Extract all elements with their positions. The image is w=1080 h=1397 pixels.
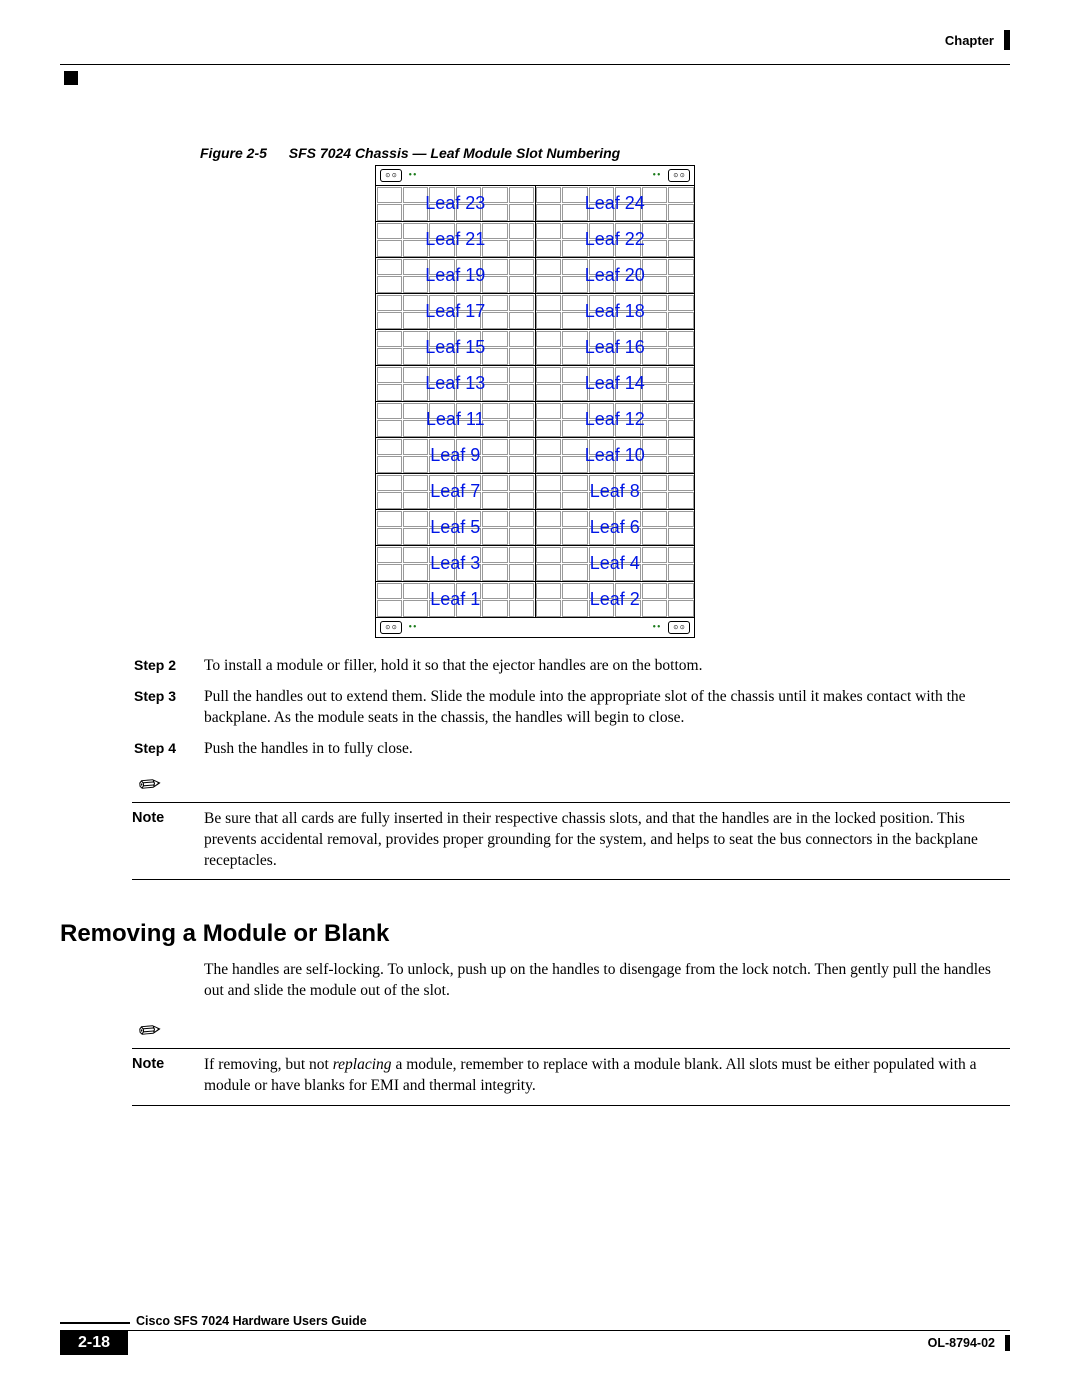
leaf-slot: Leaf 21: [376, 221, 535, 257]
leaf-slot-label: Leaf 16: [536, 330, 695, 365]
leaf-slot: Leaf 9: [376, 437, 535, 473]
step-text: Push the handles in to fully close.: [204, 739, 1010, 760]
note-block-1: ✎: [132, 770, 1010, 800]
leaf-slot-label: Leaf 7: [376, 474, 535, 509]
footer-title-bar: [60, 1322, 130, 1324]
leaf-slot: Leaf 6: [536, 509, 695, 545]
leaf-slot-label: Leaf 14: [536, 366, 695, 401]
footer-mark: [1005, 1335, 1010, 1351]
header-rule: [60, 64, 1010, 65]
leaf-slot-label: Leaf 11: [376, 402, 535, 437]
leaf-slot: Leaf 7: [376, 473, 535, 509]
step-4: Step 4 Push the handles in to fully clos…: [60, 739, 1010, 760]
footer-guide-title: Cisco SFS 7024 Hardware Users Guide: [136, 1314, 1010, 1328]
leaf-slot-label: Leaf 8: [536, 474, 695, 509]
leaf-slot-label: Leaf 10: [536, 438, 695, 473]
leaf-slot: Leaf 15: [376, 329, 535, 365]
leaf-slot: Leaf 13: [376, 365, 535, 401]
leaf-slot: Leaf 14: [536, 365, 695, 401]
pencil-icon: ✎: [132, 767, 169, 803]
note-text-pre: If removing, but not: [204, 1056, 333, 1073]
chassis-top-cap: ⊙ ⊙•• ••⊙ ⊙: [376, 166, 694, 186]
leaf-slot: Leaf 23: [376, 186, 535, 221]
pencil-icon: ✎: [132, 1013, 169, 1049]
step-2: Step 2 To install a module or filler, ho…: [60, 656, 1010, 677]
leaf-slot-label: Leaf 17: [376, 294, 535, 329]
note-text: If removing, but not replacing a module,…: [204, 1055, 1010, 1097]
chassis-upper-half: Leaf 23Leaf 21Leaf 19Leaf 17Leaf 15Leaf …: [376, 186, 694, 401]
leaf-slot-label: Leaf 15: [376, 330, 535, 365]
chassis-figure: ⊙ ⊙•• ••⊙ ⊙ Leaf 23Leaf 21Leaf 19Leaf 17…: [375, 165, 695, 638]
header-square-icon: [64, 71, 78, 85]
step-label: Step 4: [134, 739, 204, 760]
leaf-slot-label: Leaf 3: [376, 546, 535, 581]
leaf-slot-label: Leaf 18: [536, 294, 695, 329]
leaf-slot-label: Leaf 6: [536, 510, 695, 545]
note-row-2: Note If removing, but not replacing a mo…: [60, 1055, 1010, 1097]
figure-number: Figure 2-5: [200, 145, 285, 161]
header-mark: [1004, 30, 1010, 50]
figure-title: SFS 7024 Chassis — Leaf Module Slot Numb…: [289, 145, 620, 161]
leaf-slot-label: Leaf 19: [376, 258, 535, 293]
steps-list: Step 2 To install a module or filler, ho…: [60, 656, 1010, 760]
leaf-slot-label: Leaf 13: [376, 366, 535, 401]
page-number: 2-18: [60, 1331, 128, 1355]
chapter-label: Chapter: [945, 33, 994, 48]
note-block-2: ✎: [132, 1016, 1010, 1046]
leaf-slot: Leaf 10: [536, 437, 695, 473]
figure-caption: Figure 2-5 SFS 7024 Chassis — Leaf Modul…: [200, 145, 1010, 161]
leaf-slot: Leaf 16: [536, 329, 695, 365]
note-row-1: Note Be sure that all cards are fully in…: [60, 809, 1010, 872]
page-header: Chapter: [60, 30, 1010, 50]
note-rule-bottom: [132, 879, 1010, 880]
leaf-slot: Leaf 20: [536, 257, 695, 293]
note-rule-bottom: [132, 1105, 1010, 1106]
leaf-slot-label: Leaf 21: [376, 222, 535, 257]
note-rule-top: [132, 802, 1010, 803]
page-footer: Cisco SFS 7024 Hardware Users Guide 2-18…: [60, 1314, 1010, 1355]
leaf-slot-label: Leaf 5: [376, 510, 535, 545]
step-3: Step 3 Pull the handles out to extend th…: [60, 687, 1010, 729]
leaf-slot-label: Leaf 24: [536, 186, 695, 221]
document-id: OL-8794-02: [928, 1336, 995, 1350]
note-text: Be sure that all cards are fully inserte…: [204, 809, 1010, 872]
leaf-slot: Leaf 18: [536, 293, 695, 329]
note-label: Note: [132, 1055, 204, 1097]
leaf-slot-label: Leaf 4: [536, 546, 695, 581]
leaf-slot: Leaf 2: [536, 581, 695, 617]
leaf-slot: Leaf 4: [536, 545, 695, 581]
leaf-slot: Leaf 5: [376, 509, 535, 545]
step-label: Step 3: [134, 687, 204, 729]
leaf-slot: Leaf 24: [536, 186, 695, 221]
note-rule-top: [132, 1048, 1010, 1049]
step-text: Pull the handles out to extend them. Sli…: [204, 687, 1010, 729]
leaf-slot: Leaf 19: [376, 257, 535, 293]
step-label: Step 2: [134, 656, 204, 677]
leaf-slot-label: Leaf 23: [376, 186, 535, 221]
step-text: To install a module or filler, hold it s…: [204, 656, 1010, 677]
chassis-lower-half: Leaf 11Leaf 9Leaf 7Leaf 5Leaf 3Leaf 1 Le…: [376, 401, 694, 617]
leaf-slot: Leaf 8: [536, 473, 695, 509]
leaf-slot-label: Leaf 12: [536, 402, 695, 437]
section-heading: Removing a Module or Blank: [60, 920, 1010, 948]
leaf-slot: Leaf 22: [536, 221, 695, 257]
note-label: Note: [132, 809, 204, 872]
leaf-slot-label: Leaf 20: [536, 258, 695, 293]
leaf-slot: Leaf 1: [376, 581, 535, 617]
leaf-slot-label: Leaf 1: [376, 582, 535, 617]
leaf-slot-label: Leaf 22: [536, 222, 695, 257]
leaf-slot: Leaf 17: [376, 293, 535, 329]
section-paragraph: The handles are self-locking. To unlock,…: [204, 960, 1010, 1002]
leaf-slot: Leaf 12: [536, 402, 695, 437]
leaf-slot: Leaf 3: [376, 545, 535, 581]
leaf-slot-label: Leaf 9: [376, 438, 535, 473]
note-text-em: replacing: [333, 1056, 392, 1073]
chassis-bottom-cap: ⊙ ⊙•• ••⊙ ⊙: [376, 617, 694, 637]
leaf-slot-label: Leaf 2: [536, 582, 695, 617]
leaf-slot: Leaf 11: [376, 402, 535, 437]
